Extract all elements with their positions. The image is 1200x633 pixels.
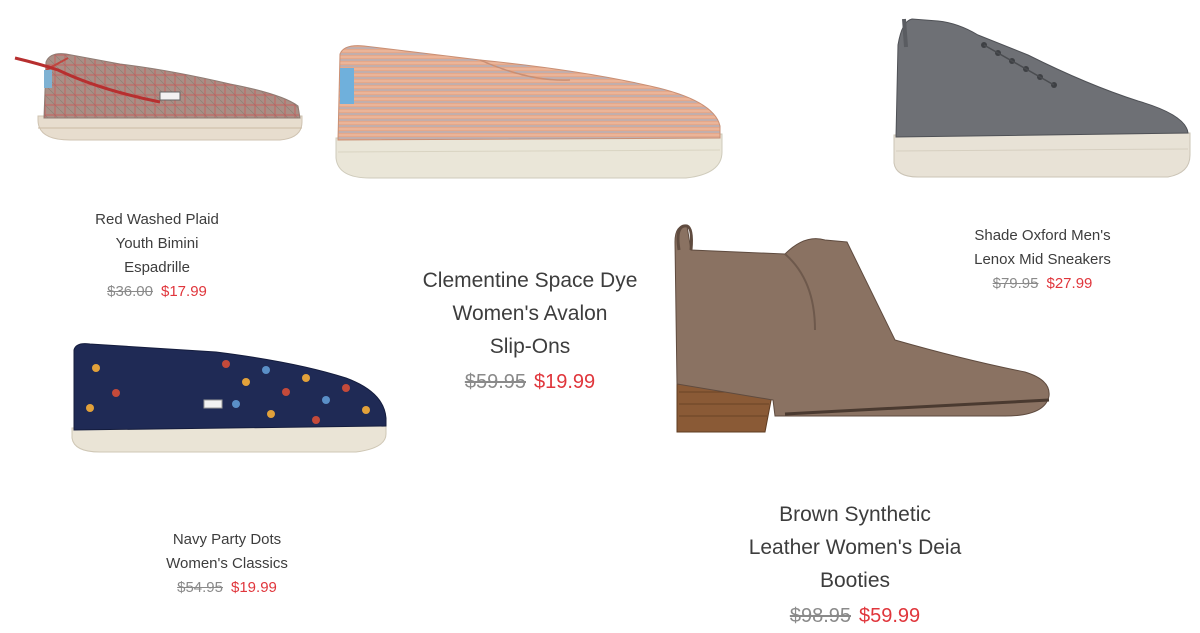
price-row: $98.95 $59.99 [700, 599, 1010, 633]
brown-bootie-icon[interactable] [665, 220, 1055, 445]
navy-dots-classic-icon[interactable] [66, 338, 391, 458]
product-card-brown-bootie[interactable]: Brown Synthetic Leather Women's Deia Boo… [700, 498, 1010, 633]
old-price: $59.95 [464, 371, 526, 393]
product-name[interactable]: Espadrille [57, 256, 257, 280]
sale-price: $19.99 [231, 579, 277, 596]
old-price: $54.95 [177, 579, 223, 596]
sale-price: $59.99 [859, 605, 921, 627]
price-row: $59.95 $19.99 [380, 365, 680, 399]
product-card-clementine[interactable]: Clementine Space Dye Women's Avalon Slip… [380, 264, 680, 399]
product-name[interactable]: Women's Classics [127, 552, 327, 576]
gray-mid-sneaker-icon[interactable] [888, 15, 1193, 180]
product-name[interactable]: Navy Party Dots [127, 528, 327, 552]
product-name[interactable]: Booties [700, 564, 1010, 597]
product-card-red-plaid[interactable]: Red Washed Plaid Youth Bimini Espadrille… [57, 208, 257, 304]
product-name[interactable]: Leather Women's Deia [700, 531, 1010, 564]
sale-price: $19.99 [534, 371, 596, 393]
price-row: $54.95 $19.99 [127, 576, 327, 600]
price-row: $36.00 $17.99 [57, 280, 257, 304]
old-price: $36.00 [107, 283, 153, 300]
product-name[interactable]: Red Washed Plaid [57, 208, 257, 232]
product-name[interactable]: Clementine Space Dye [380, 264, 680, 297]
product-name[interactable]: Youth Bimini [57, 232, 257, 256]
product-card-navy-dots[interactable]: Navy Party Dots Women's Classics $54.95 $… [127, 528, 327, 600]
red-plaid-espadrille-icon[interactable] [10, 40, 310, 150]
old-price: $98.95 [789, 605, 851, 627]
product-name[interactable]: Brown Synthetic [700, 498, 1010, 531]
product-name[interactable]: Women's Avalon [380, 297, 680, 330]
product-name[interactable]: Slip-Ons [380, 330, 680, 363]
clementine-slip-on-icon[interactable] [330, 40, 730, 185]
sale-price: $17.99 [161, 283, 207, 300]
